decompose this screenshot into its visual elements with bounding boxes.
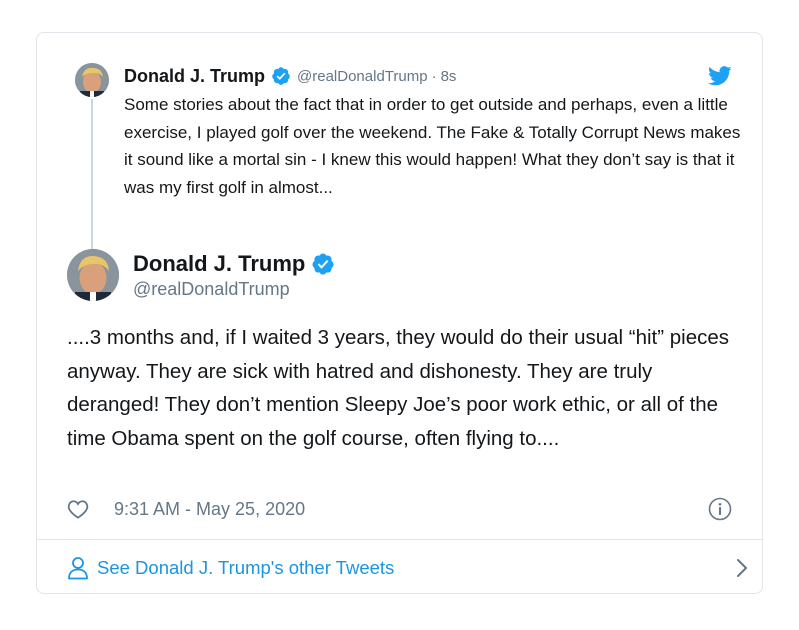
parent-time-ago[interactable]: 8s (441, 68, 457, 85)
main-avatar[interactable] (67, 249, 119, 301)
parent-tweet-text: Some stories about the fact that in orde… (124, 95, 741, 197)
main-handle[interactable]: @realDonaldTrump (133, 279, 290, 300)
see-other-tweets-link[interactable]: See Donald J. Trump's other Tweets (67, 553, 747, 583)
profile-photo (67, 249, 119, 301)
profile-photo (75, 63, 109, 97)
footer-divider (37, 539, 762, 540)
info-icon[interactable] (708, 497, 732, 521)
thread-connector-line (91, 99, 93, 269)
chevron-right-icon[interactable] (732, 557, 752, 579)
main-tweet-text: ....3 months and, if I waited 3 years, t… (67, 326, 730, 450)
main-display-name[interactable]: Donald J. Trump (133, 251, 305, 277)
parent-tweet-header: Donald J. Trump @realDonaldTrump · 8s (124, 63, 456, 89)
heart-icon[interactable] (67, 499, 89, 519)
parent-display-name[interactable]: Donald J. Trump (124, 66, 265, 87)
person-icon (68, 557, 88, 580)
tweet-timestamp[interactable]: 9:31 AM - May 25, 2020 (114, 499, 305, 520)
verified-badge-icon (311, 252, 335, 276)
twitter-bird-icon[interactable] (708, 66, 732, 86)
main-tweet-author[interactable]: Donald J. Trump (133, 251, 335, 277)
tweet-meta: 9:31 AM - May 25, 2020 (67, 496, 305, 522)
parent-avatar[interactable] (75, 63, 109, 97)
embedded-tweet-card: Donald J. Trump @realDonaldTrump · 8s So… (36, 32, 763, 594)
parent-separator: · (431, 67, 437, 85)
verified-badge-icon (271, 66, 291, 86)
parent-handle[interactable]: @realDonaldTrump (297, 68, 428, 85)
see-other-tweets-label[interactable]: See Donald J. Trump's other Tweets (97, 557, 394, 579)
